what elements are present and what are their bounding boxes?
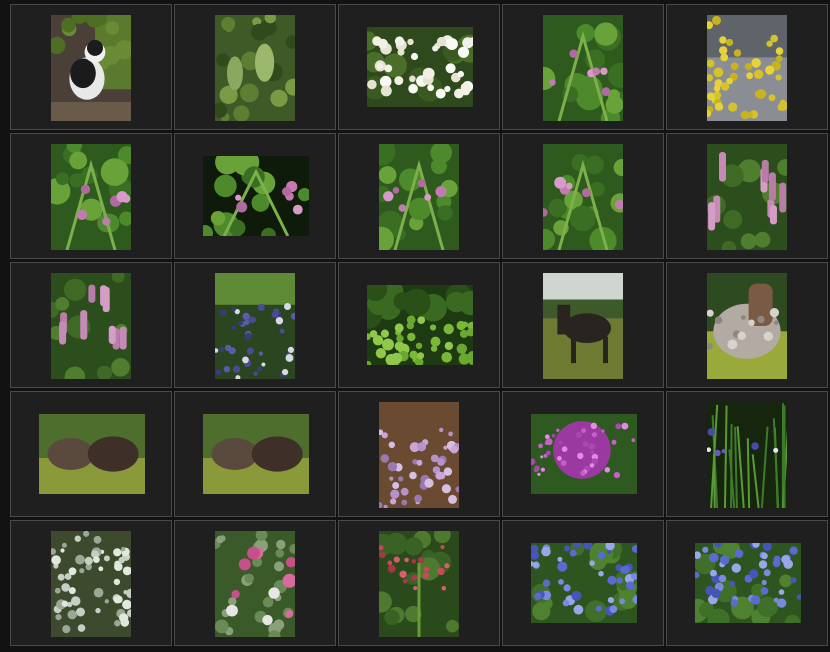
comfrey-flower-photo[interactable] — [543, 15, 623, 121]
allium-purple-photo[interactable] — [531, 414, 637, 494]
gallery-thumbnail-cell[interactable] — [338, 262, 500, 388]
gallery-thumbnail-cell[interactable] — [338, 4, 500, 130]
blue-hydrangea-photo[interactable] — [695, 543, 801, 623]
teasel-plant-photo[interactable] — [215, 15, 295, 121]
gallery-thumbnail-cell[interactable] — [174, 520, 336, 646]
gallery-thumbnail-cell[interactable] — [10, 4, 172, 130]
gallery-thumbnail-cell[interactable] — [10, 133, 172, 259]
boxwood-hedge-photo[interactable] — [367, 285, 473, 365]
bugle-purple-flowers-photo[interactable] — [215, 273, 295, 379]
iris-garden-photo[interactable] — [707, 402, 787, 508]
gallery-thumbnail-cell[interactable] — [502, 520, 664, 646]
gallery-thumbnail-cell[interactable] — [502, 133, 664, 259]
gallery-thumbnail-cell[interactable] — [338, 133, 500, 259]
gallery-thumbnail-cell[interactable] — [502, 391, 664, 517]
cat-photo[interactable] — [51, 15, 131, 121]
photo-gallery-grid — [0, 0, 830, 652]
bistort-pink-spikes-photo[interactable] — [707, 144, 787, 250]
gallery-thumbnail-cell[interactable] — [666, 133, 828, 259]
comfrey-blossom-photo[interactable] — [543, 144, 623, 250]
comfrey-stem-photo[interactable] — [203, 156, 309, 236]
white-elderflower-photo[interactable] — [367, 27, 473, 107]
gallery-thumbnail-cell[interactable] — [174, 391, 336, 517]
gallery-thumbnail-cell[interactable] — [10, 391, 172, 517]
gallery-thumbnail-cell[interactable] — [10, 262, 172, 388]
gallery-thumbnail-cell[interactable] — [10, 520, 172, 646]
gallery-thumbnail-cell[interactable] — [666, 520, 828, 646]
gallery-thumbnail-cell[interactable] — [502, 262, 664, 388]
comfrey-leaves-photo[interactable] — [379, 144, 459, 250]
gallery-thumbnail-cell[interactable] — [174, 262, 336, 388]
gallery-thumbnail-cell[interactable] — [666, 391, 828, 517]
roan-horse-photo[interactable] — [707, 273, 787, 379]
horses-nuzzling-photo[interactable] — [203, 414, 309, 494]
gallery-thumbnail-cell[interactable] — [502, 4, 664, 130]
red-valerian-photo[interactable] — [379, 531, 459, 637]
dark-horse-photo[interactable] — [543, 273, 623, 379]
comfrey-bells-photo[interactable] — [51, 144, 131, 250]
laburnum-yellow-flowers-photo[interactable] — [707, 15, 787, 121]
gallery-thumbnail-cell[interactable] — [174, 133, 336, 259]
two-horses-photo[interactable] — [39, 414, 145, 494]
lilac-photo[interactable] — [379, 402, 459, 508]
pink-dianthus-photo[interactable] — [215, 531, 295, 637]
gallery-thumbnail-cell[interactable] — [666, 4, 828, 130]
gallery-thumbnail-cell[interactable] — [666, 262, 828, 388]
gallery-thumbnail-cell[interactable] — [338, 520, 500, 646]
gallery-thumbnail-cell[interactable] — [174, 4, 336, 130]
bistort-field-photo[interactable] — [51, 273, 131, 379]
gallery-thumbnail-cell[interactable] — [338, 391, 500, 517]
blue-ceanothus-photo[interactable] — [531, 543, 637, 623]
silver-foliage-photo[interactable] — [51, 531, 131, 637]
